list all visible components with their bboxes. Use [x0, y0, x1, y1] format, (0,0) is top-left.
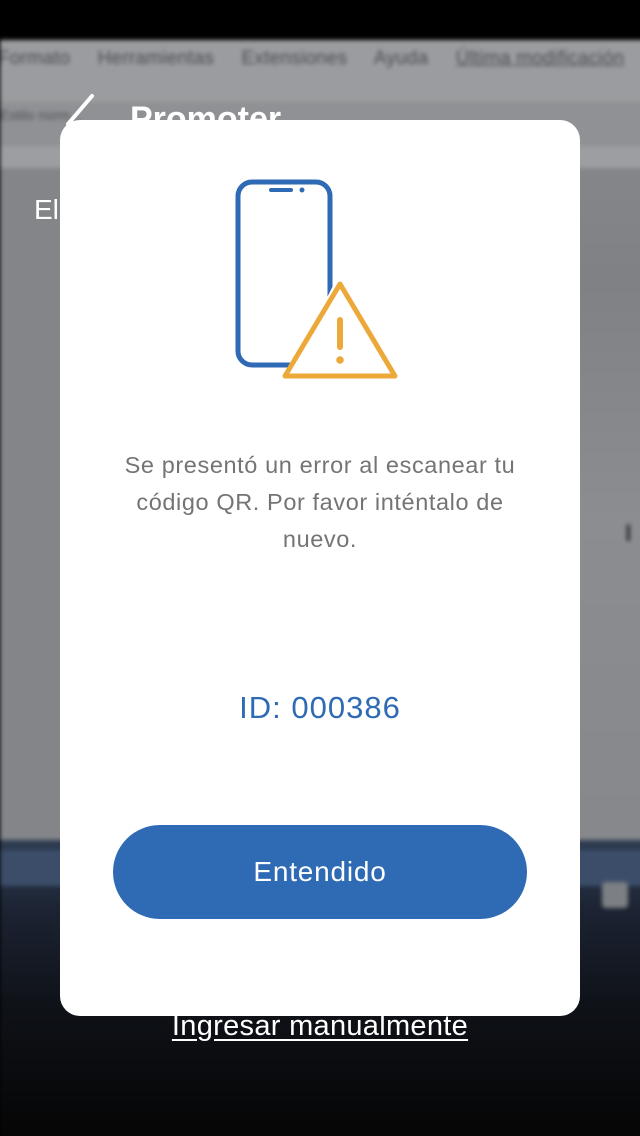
- camera-menu-item: Extensiones: [241, 48, 348, 69]
- error-id: ID: 000386: [239, 690, 401, 725]
- camera-menu-item: Última modificación: [455, 48, 625, 69]
- camera-menu-item: Herramientas: [97, 48, 215, 69]
- camera-document-menu: Formato Herramientas Extensiones Ayuda Ú…: [0, 48, 640, 70]
- error-dialog: Se presentó un error al escanear tu códi…: [60, 120, 580, 1016]
- phone-warning-icon: [235, 179, 398, 382]
- error-message: Se presentó un error al escanear tu códi…: [124, 452, 516, 552]
- camera-menu-item: Formato: [0, 48, 71, 69]
- confirm-button[interactable]: Entendido: [113, 825, 527, 919]
- camera-menu-item: Ayuda: [373, 48, 429, 69]
